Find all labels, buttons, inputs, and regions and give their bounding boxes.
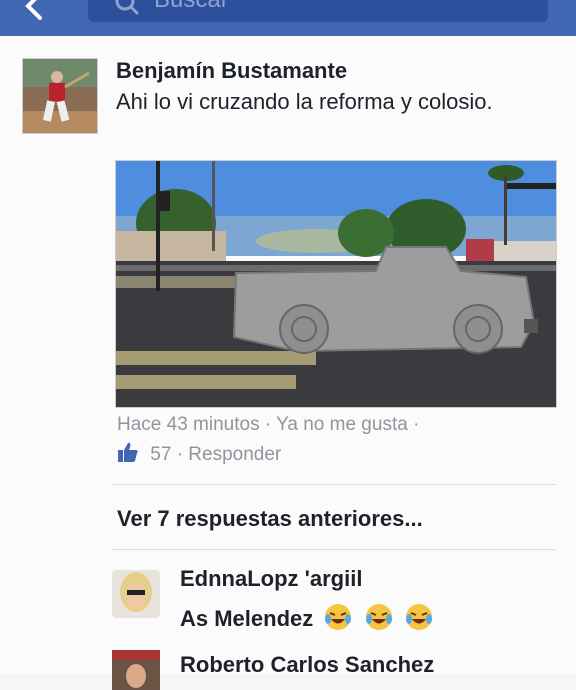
reply-author[interactable]: EdnnaLopz 'argiil — [180, 566, 362, 592]
post-text: Ahi lo vi cruzando la reforma y colosio. — [116, 89, 493, 114]
search-icon — [115, 0, 140, 16]
thumbs-up-icon — [118, 442, 138, 462]
chevron-left-icon[interactable] — [14, 0, 54, 24]
avatar[interactable] — [112, 650, 160, 690]
like-count: 57 — [150, 443, 172, 465]
divider — [112, 549, 556, 550]
like-summary[interactable]: 57 · Responder — [117, 441, 281, 466]
reply-text: As Melendez — [180, 602, 434, 632]
laughing-tears-emoji-icon — [405, 604, 432, 630]
comment-thread: Benjamín Bustamante Ahi lo vi cruzando l… — [0, 36, 576, 690]
reply-author[interactable]: Roberto Carlos Sanchez — [180, 652, 434, 678]
mentioned-user[interactable]: As Melendez — [180, 606, 313, 631]
laughing-tears-emoji-icon — [365, 604, 392, 630]
search-placeholder: Buscar — [154, 0, 229, 14]
laughing-tears-emoji-icon — [325, 604, 352, 630]
post-photo[interactable] — [115, 160, 557, 408]
post-meta[interactable]: Hace 43 minutos · Ya no me gusta · — [117, 414, 419, 436]
avatar[interactable] — [22, 58, 98, 134]
view-previous-replies-link[interactable]: Ver 7 respuestas anteriores... — [117, 506, 423, 532]
reply-link[interactable]: · Responder — [177, 444, 282, 465]
top-navigation-bar: Buscar — [0, 0, 576, 36]
post-author[interactable]: Benjamín Bustamante — [116, 58, 347, 84]
divider — [112, 484, 556, 485]
avatar[interactable] — [112, 570, 160, 618]
search-input[interactable]: Buscar — [88, 0, 548, 22]
